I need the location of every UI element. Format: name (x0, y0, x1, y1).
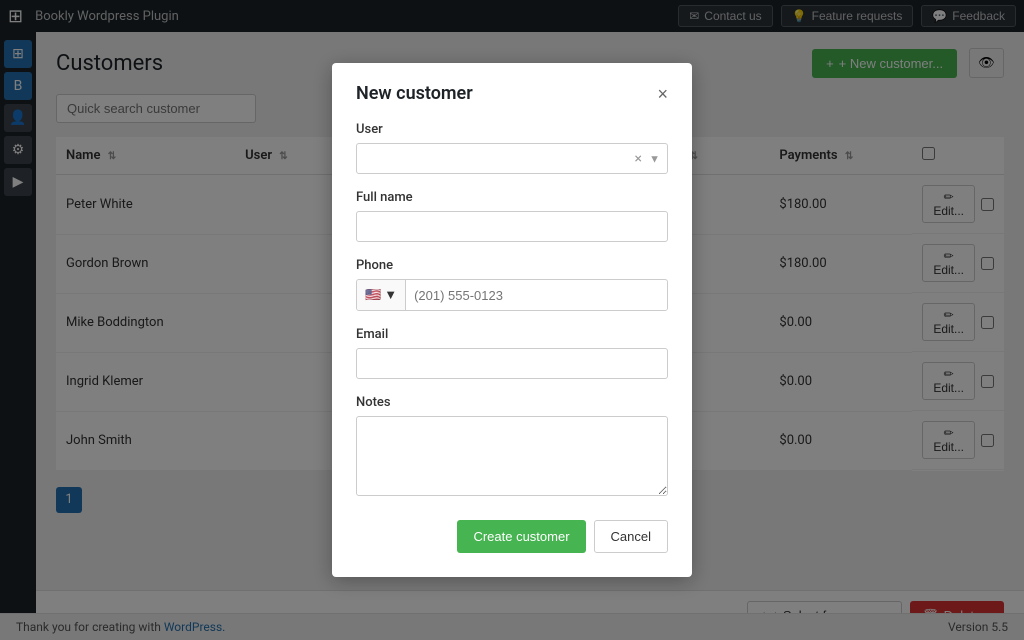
create-customer-button[interactable]: Create customer (457, 520, 585, 553)
email-input[interactable] (356, 348, 668, 379)
select-clear-icon[interactable]: × (635, 151, 642, 167)
modal-header: New customer × (356, 83, 668, 104)
cancel-button[interactable]: Cancel (594, 520, 668, 553)
email-field-group: Email (356, 327, 668, 379)
phone-input-wrapper: 🇺🇸 ▼ (356, 279, 668, 311)
new-customer-modal: New customer × User × ▼ Full name Phone … (332, 63, 692, 577)
user-field-group: User × ▼ (356, 122, 668, 174)
phone-input[interactable] (406, 281, 667, 310)
us-flag-icon: 🇺🇸 (365, 288, 381, 303)
email-label: Email (356, 327, 668, 342)
phone-field-group: Phone 🇺🇸 ▼ (356, 258, 668, 311)
phone-label: Phone (356, 258, 668, 273)
user-label: User (356, 122, 668, 137)
modal-overlay: New customer × User × ▼ Full name Phone … (0, 0, 1024, 640)
user-select-wrapper: × ▼ (356, 143, 668, 174)
flag-arrow-icon: ▼ (384, 287, 397, 303)
modal-close-button[interactable]: × (657, 85, 668, 103)
phone-flag-selector[interactable]: 🇺🇸 ▼ (357, 280, 406, 310)
fullname-label: Full name (356, 190, 668, 205)
modal-footer: Create customer Cancel (356, 520, 668, 553)
fullname-input[interactable] (356, 211, 668, 242)
user-select[interactable] (356, 143, 668, 174)
notes-textarea[interactable] (356, 416, 668, 496)
notes-label: Notes (356, 395, 668, 410)
modal-title: New customer (356, 83, 473, 104)
notes-field-group: Notes (356, 395, 668, 500)
fullname-field-group: Full name (356, 190, 668, 242)
